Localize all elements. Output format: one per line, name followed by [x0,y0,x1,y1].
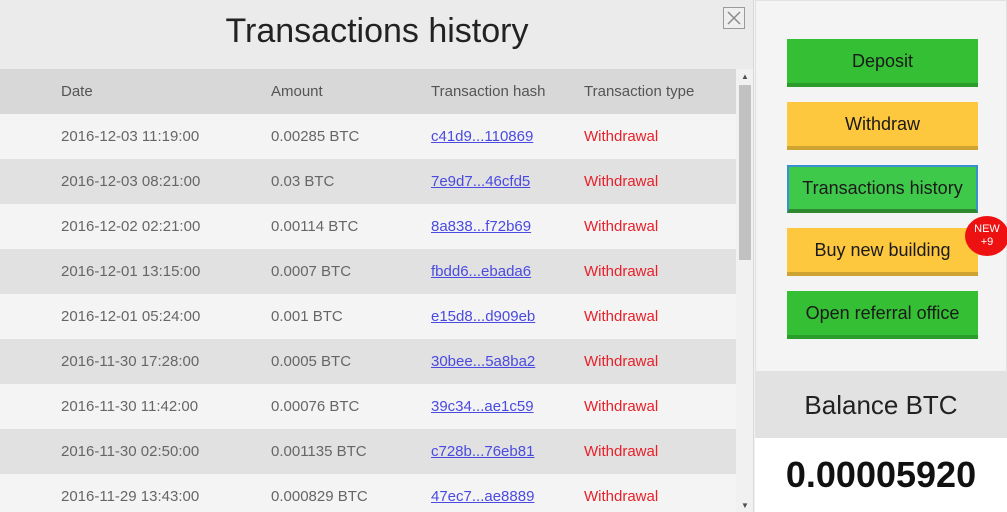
cell-date: 2016-12-01 05:24:00 [61,308,201,325]
cell-date: 2016-11-30 11:42:00 [61,398,199,415]
table-row: 2016-12-01 13:15:00 0.0007 BTC fbdd6...eba… [0,249,736,294]
cell-date: 2016-11-30 17:28:00 [61,353,200,370]
cell-transaction-type: Withdrawal [584,173,659,190]
transaction-hash-link[interactable]: 47ec7...ae8889 [431,488,534,505]
table-row: 2016-12-01 05:24:00 0.001 BTC e15d8...d909… [0,294,736,339]
cell-date: 2016-12-03 11:19:00 [61,128,200,145]
scroll-up-arrow-icon[interactable]: ▲ [736,69,753,83]
cell-date: 2016-12-01 13:15:00 [61,263,201,280]
badge-new-label: NEW [974,223,1000,235]
new-buildings-badge: NEW +9 [965,216,1007,256]
table-row: 2016-11-30 11:42:00 0.00076 BTC 39c34...ae… [0,384,736,429]
cell-transaction-type: Withdrawal [584,218,659,235]
badge-count: +9 [980,236,994,248]
transaction-hash-link[interactable]: 39c34...ae1c59 [431,398,534,415]
cell-transaction-type: Withdrawal [584,308,659,325]
cell-transaction-type: Withdrawal [584,263,659,280]
transaction-hash-link[interactable]: 8a838...f72b69 [431,218,531,235]
buy-new-building-button[interactable]: Buy new building [787,228,978,276]
cell-date: 2016-11-30 02:50:00 [61,443,200,460]
cell-amount: 0.00285 BTC [271,128,360,145]
transactions-history-button[interactable]: Transactions history [787,165,978,213]
transactions-modal: Transactions history Date Amount Transac… [0,0,754,512]
table-body: 2016-12-03 11:19:00 0.00285 BTC c41d9...11… [0,114,736,512]
column-header-amount: Amount [271,83,323,100]
scroll-thumb[interactable] [739,85,751,260]
transactions-table: Date Amount Transaction hash Transaction… [0,69,736,512]
cell-transaction-type: Withdrawal [584,398,659,415]
transaction-hash-link[interactable]: c41d9...110869 [431,128,533,145]
column-header-type: Transaction type [584,83,695,100]
cell-amount: 0.00076 BTC [271,398,360,415]
cell-amount: 0.0007 BTC [271,263,352,280]
cell-amount: 0.001 BTC [271,308,343,325]
cell-date: 2016-12-02 02:21:00 [61,218,201,235]
table-row: 2016-11-30 17:28:00 0.0005 BTC 30bee...5a8… [0,339,736,384]
modal-title: Transactions history [225,12,529,50]
transaction-hash-link[interactable]: fbdd6...ebada6 [431,263,531,280]
table-row: 2016-11-30 02:50:00 0.001135 BTC c728b...7… [0,429,736,474]
cell-transaction-type: Withdrawal [584,128,659,145]
table-row: 2016-11-29 13:43:00 0.000829 BTC 47ec7...a… [0,474,736,512]
balance-value: 0.00005920 [755,438,1007,512]
sidebar: Deposit Withdraw Transactions history Bu… [755,0,1007,512]
cell-date: 2016-12-03 08:21:00 [61,173,201,190]
cell-amount: 0.03 BTC [271,173,335,190]
table-scrollbar[interactable]: ▲ ▼ [736,69,753,512]
scroll-down-arrow-icon[interactable]: ▼ [736,498,753,512]
withdraw-button[interactable]: Withdraw [787,102,978,150]
table-row: 2016-12-03 11:19:00 0.00285 BTC c41d9...11… [0,114,736,159]
transaction-hash-link[interactable]: 30bee...5a8ba2 [431,353,535,370]
sidebar-menu: Deposit Withdraw Transactions history Bu… [755,0,1007,372]
table-row: 2016-12-02 02:21:00 0.00114 BTC 8a838...f7… [0,204,736,249]
balance-label: Balance BTC [755,372,1007,438]
close-icon [727,11,741,25]
cell-transaction-type: Withdrawal [584,353,659,370]
app-window: Transactions history Date Amount Transac… [0,0,1007,512]
cell-transaction-type: Withdrawal [584,488,659,505]
deposit-button[interactable]: Deposit [787,39,978,87]
transaction-hash-link[interactable]: e15d8...d909eb [431,308,535,325]
table-row: 2016-12-03 08:21:00 0.03 BTC 7e9d7...46cfd… [0,159,736,204]
cell-amount: 0.000829 BTC [271,488,368,505]
close-button[interactable] [723,7,745,29]
cell-date: 2016-11-29 13:43:00 [61,488,200,505]
cell-amount: 0.0005 BTC [271,353,352,370]
transaction-hash-link[interactable]: c728b...76eb81 [431,443,534,460]
table-header: Date Amount Transaction hash Transaction… [0,69,736,114]
column-header-date: Date [61,83,93,100]
cell-transaction-type: Withdrawal [584,443,659,460]
cell-amount: 0.00114 BTC [271,218,359,235]
transaction-hash-link[interactable]: 7e9d7...46cfd5 [431,173,530,190]
open-referral-office-button[interactable]: Open referral office [787,291,978,339]
column-header-hash: Transaction hash [431,83,546,100]
cell-amount: 0.001135 BTC [271,443,367,460]
